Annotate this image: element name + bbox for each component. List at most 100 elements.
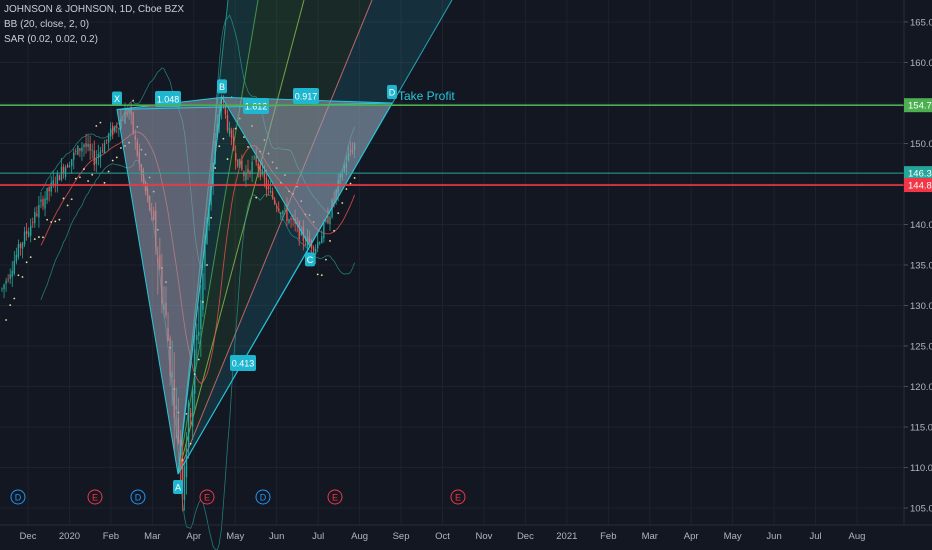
candle-body (284, 207, 286, 209)
bb-indicator-label[interactable]: BB (20, close, 2, 0) (4, 17, 184, 32)
candle-body (42, 199, 44, 207)
chart-legend: JOHNSON & JOHNSON, 1D, Cboe BZX BB (20, … (4, 2, 184, 47)
sar-dot (13, 297, 16, 300)
event-letter: E (455, 493, 461, 503)
event-letter: E (92, 493, 98, 503)
candle-body (239, 158, 241, 168)
candle-body (97, 153, 100, 158)
time-tick-label: Dec (517, 531, 534, 542)
candle-body (290, 218, 292, 220)
time-tick-label: May (724, 531, 742, 542)
sar-dot (83, 168, 85, 170)
candle-body (323, 223, 325, 239)
sar-dot (9, 304, 12, 307)
candle-body (99, 151, 102, 158)
symbol-title[interactable]: JOHNSON & JOHNSON, 1D, Cboe BZX (4, 2, 184, 17)
sar-dot (320, 274, 323, 277)
candle-body (46, 187, 48, 201)
candle-body (319, 242, 321, 244)
candle-body (116, 126, 118, 128)
candle-body (87, 143, 89, 148)
sar-dot (226, 158, 229, 160)
candle-body (15, 254, 18, 262)
sar-dot (189, 442, 192, 445)
sar-dot (33, 238, 36, 241)
candle-body (261, 169, 264, 175)
candle-body (30, 225, 32, 236)
candle-body (93, 150, 95, 166)
candle-body (321, 236, 323, 244)
candle-body (232, 136, 235, 151)
candle-body (312, 247, 315, 252)
price-tag-value: 154.73 (908, 101, 932, 112)
sar-dot (214, 167, 217, 169)
sar-dot (185, 412, 188, 415)
candle-body (271, 191, 274, 199)
candle-body (198, 331, 200, 336)
candle-body (241, 160, 243, 170)
sar-dot (345, 188, 348, 190)
price-axis[interactable]: 165.00160.00155.00150.00145.00140.00135.… (903, 0, 932, 550)
candle-body (253, 157, 255, 159)
time-tick-label: 2021 (556, 531, 577, 542)
sar-dot (120, 147, 122, 149)
sar-dot (316, 273, 319, 276)
sar-dot (21, 276, 24, 278)
candle-body (202, 273, 204, 310)
candle-body (19, 243, 22, 248)
candle-body (235, 153, 237, 161)
candle-body (288, 219, 290, 223)
sar-dot (218, 145, 221, 148)
event-letter: E (204, 493, 210, 503)
price-tick-label: 165.00 (910, 18, 932, 29)
sar-dot (17, 274, 20, 277)
sar-dot (349, 182, 352, 185)
ratio-value: 1.048 (157, 95, 180, 105)
candle-body (77, 145, 79, 155)
ratio-value: 1.612 (245, 102, 268, 112)
candle-body (27, 232, 30, 237)
take-profit-label[interactable]: Take Profit (398, 89, 455, 103)
time-tick-label: Mar (642, 531, 658, 542)
candle-body (95, 157, 97, 165)
time-tick-label: Oct (435, 531, 450, 542)
candle-body (7, 279, 9, 281)
candle-body (114, 126, 116, 132)
price-tick-label: 115.00 (910, 423, 932, 434)
candle-body (187, 402, 190, 448)
pattern-point-label: C (307, 255, 314, 265)
candle-body (34, 212, 36, 224)
sar-dot (197, 358, 200, 361)
sar-dot (87, 180, 89, 182)
price-chart[interactable]: X A B C D 1.048 1.612 0.917 0.413 Take Profit D E D… (0, 0, 932, 550)
price-tick-label: 150.00 (910, 139, 932, 150)
candle-body (273, 199, 276, 204)
sar-dot (54, 220, 57, 223)
candle-body (9, 274, 11, 279)
sar-dot (99, 121, 102, 124)
price-tag-value: 144.87 (908, 181, 932, 192)
candle-body (247, 168, 249, 174)
candle-body (48, 187, 50, 192)
sar-dot (25, 261, 28, 264)
time-tick-label: Nov (475, 531, 492, 542)
candle-body (21, 242, 24, 249)
candle-body (269, 191, 272, 193)
sar-dot (46, 218, 48, 221)
candle-body (105, 139, 108, 141)
candle-body (1, 288, 3, 290)
candle-body (265, 178, 268, 190)
sar-dot (247, 145, 249, 148)
sar-dot (38, 236, 40, 238)
candle-body (75, 150, 77, 152)
candle-body (38, 204, 40, 218)
event-letter: E (332, 493, 338, 503)
sar-indicator-label[interactable]: SAR (0.02, 0.02, 0.2) (4, 32, 184, 47)
candle-body (13, 260, 15, 274)
sar-dot (206, 264, 208, 266)
candle-body (327, 215, 329, 224)
candle-body (280, 212, 282, 215)
price-tick-label: 105.00 (910, 504, 932, 515)
candle-body (200, 300, 202, 329)
sar-dot (255, 196, 258, 199)
